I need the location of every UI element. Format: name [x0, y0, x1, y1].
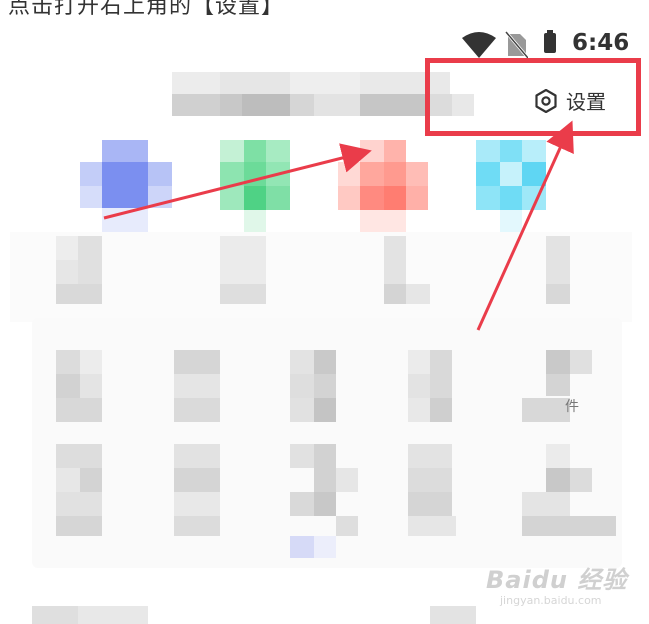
arrow-to-app-icon [103, 143, 372, 220]
annotation-arrows [103, 120, 574, 331]
baidu-watermark-url: jingyan.baidu.com [500, 594, 602, 607]
baidu-watermark: Baidu 经验 [486, 566, 628, 594]
arrow-to-settings [476, 120, 574, 331]
